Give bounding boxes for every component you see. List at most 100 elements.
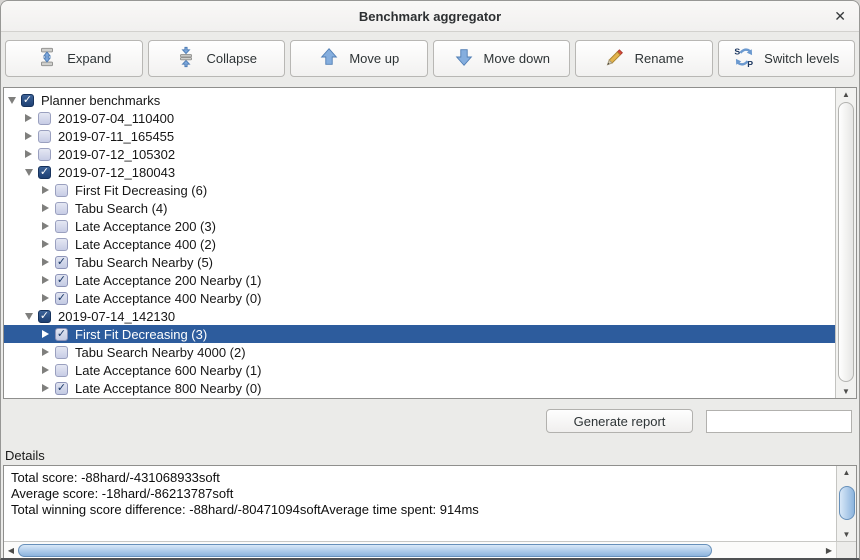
checkbox-icon[interactable]	[55, 220, 68, 233]
tree-item-label: 2019-07-11_165455	[58, 129, 174, 144]
scroll-down-icon[interactable]: ▼	[836, 385, 856, 398]
scroll-up-icon[interactable]: ▲	[837, 466, 856, 479]
tree-item[interactable]: ✓First Fit Decreasing (3)	[4, 325, 835, 343]
svg-text:P: P	[747, 59, 753, 68]
checkbox-icon[interactable]	[55, 202, 68, 215]
tree-item[interactable]: Tabu Search Nearby 4000 (2)	[4, 343, 835, 361]
details-line: Total winning score difference: -88hard/…	[11, 502, 829, 518]
tree-scrollbar-thumb[interactable]	[838, 102, 854, 382]
tree-item[interactable]: ✓Late Acceptance 400 Nearby (0)	[4, 289, 835, 307]
checkbox-icon[interactable]	[55, 184, 68, 197]
tree-item-label: Late Acceptance 200 (3)	[75, 219, 216, 234]
tree-item[interactable]: ✓ Late Acceptance 800 Nearby (0)	[4, 379, 835, 397]
checkbox-icon[interactable]: ✓	[55, 382, 68, 395]
checkbox-icon[interactable]: ✓	[55, 328, 68, 341]
horizontal-scrollbar-thumb[interactable]	[18, 544, 712, 557]
tree-item-label: Tabu Search Nearby 4000 (2)	[75, 345, 246, 360]
tree-item-label: First Fit Decreasing (6)	[75, 183, 207, 198]
chevron-right-icon[interactable]	[25, 132, 32, 140]
report-name-input[interactable]	[706, 410, 852, 433]
checkbox-icon[interactable]: ✓	[55, 256, 68, 269]
scroll-right-icon[interactable]: ▶	[822, 542, 836, 558]
checkbox-icon[interactable]	[55, 346, 68, 359]
tree-item-label: 2019-07-14_142130	[58, 309, 175, 324]
arrow-down-icon	[453, 46, 475, 71]
checkbox-icon[interactable]	[55, 364, 68, 377]
chevron-right-icon[interactable]	[42, 384, 49, 392]
chevron-right-icon[interactable]	[42, 276, 49, 284]
tree-item[interactable]: ✓Tabu Search Nearby (5)	[4, 253, 835, 271]
move-up-button[interactable]: Move up	[290, 40, 428, 77]
tree-vertical-scrollbar[interactable]: ▲ ▼	[835, 88, 856, 398]
chevron-right-icon[interactable]	[25, 114, 32, 122]
checkbox-icon[interactable]: ✓	[55, 274, 68, 287]
scrollbar-corner	[836, 542, 856, 558]
tree-item[interactable]: 2019-07-11_165455	[4, 127, 835, 145]
svg-text:S: S	[735, 46, 741, 56]
chevron-right-icon[interactable]	[42, 366, 49, 374]
rename-button-label: Rename	[635, 51, 684, 66]
tree-item[interactable]: Tabu Search (4)	[4, 199, 835, 217]
scroll-down-icon[interactable]: ▼	[837, 528, 856, 541]
checkbox-icon[interactable]	[55, 238, 68, 251]
tree-item-label: Late Acceptance 800 Nearby (0)	[75, 381, 261, 396]
chevron-right-icon[interactable]	[42, 186, 49, 194]
tree-item[interactable]: ✓ Planner benchmarks	[4, 91, 835, 109]
tree-item[interactable]: First Fit Decreasing (6)	[4, 181, 835, 199]
tree-item-label: Tabu Search (4)	[75, 201, 168, 216]
expand-button[interactable]: Expand	[5, 40, 143, 77]
details-text[interactable]: Total score: -88hard/-431068933softAvera…	[4, 466, 836, 541]
collapse-button[interactable]: Collapse	[148, 40, 286, 77]
app-window: Benchmark aggregator ✕ Expand Collapse	[0, 0, 860, 560]
details-vertical-scrollbar[interactable]: ▲ ▼	[836, 466, 856, 541]
checkbox-icon[interactable]: ✓	[38, 166, 51, 179]
tree-item[interactable]: ✓ 2019-07-12_180043	[4, 163, 835, 181]
details-scrollbar-thumb[interactable]	[839, 486, 855, 520]
tree-item[interactable]: ✓ Late Acceptance 200 Nearby (1)	[4, 271, 835, 289]
checkbox-icon[interactable]: ✓	[55, 292, 68, 305]
tree-item-label: 2019-07-12_105302	[58, 147, 175, 162]
tree-item[interactable]: 2019-07-04_110400	[4, 109, 835, 127]
chevron-down-icon[interactable]	[25, 169, 33, 176]
tree-item[interactable]: 2019-07-12_105302	[4, 145, 835, 163]
checkbox-icon[interactable]: ✓	[21, 94, 34, 107]
scroll-up-icon[interactable]: ▲	[836, 88, 856, 101]
move-down-button[interactable]: Move down	[433, 40, 571, 77]
tree-item-label: 2019-07-12_180043	[58, 165, 175, 180]
window-title: Benchmark aggregator	[359, 9, 501, 24]
rename-button[interactable]: Rename	[575, 40, 713, 77]
switch-levels-icon: S P	[733, 46, 755, 71]
checkbox-icon[interactable]: ✓	[38, 310, 51, 323]
tree-item[interactable]: Late Acceptance 400 (2)	[4, 235, 835, 253]
checkbox-icon[interactable]	[38, 112, 51, 125]
scroll-left-icon[interactable]: ◀	[4, 542, 18, 558]
tree-item[interactable]: Late Acceptance 200 (3)	[4, 217, 835, 235]
chevron-right-icon[interactable]	[42, 222, 49, 230]
expand-icon	[36, 46, 58, 71]
chevron-right-icon[interactable]	[42, 240, 49, 248]
expand-button-label: Expand	[67, 51, 111, 66]
checkbox-icon[interactable]	[38, 130, 51, 143]
close-icon[interactable]: ✕	[834, 7, 846, 25]
details-line: Average score: -18hard/-86213787soft	[11, 486, 829, 502]
chevron-down-icon[interactable]	[25, 313, 33, 320]
chevron-right-icon[interactable]	[25, 150, 32, 158]
details-pane: Total score: -88hard/-431068933softAvera…	[3, 465, 857, 559]
checkbox-icon[interactable]	[38, 148, 51, 161]
details-horizontal-scrollbar[interactable]: ◀ ▶	[4, 541, 856, 558]
chevron-down-icon[interactable]	[8, 97, 16, 104]
tree-item[interactable]: Late Acceptance 600 Nearby (1)	[4, 361, 835, 379]
tree-item-label: Planner benchmarks	[41, 93, 160, 108]
titlebar[interactable]: Benchmark aggregator ✕	[1, 1, 859, 32]
collapse-icon	[175, 46, 197, 71]
chevron-right-icon[interactable]	[42, 204, 49, 212]
chevron-right-icon[interactable]	[42, 330, 49, 338]
switch-levels-button-label: Switch levels	[764, 51, 839, 66]
chevron-right-icon[interactable]	[42, 258, 49, 266]
generate-report-button[interactable]: Generate report	[546, 409, 693, 433]
tree-item-label: Late Acceptance 200 Nearby (1)	[75, 273, 261, 288]
switch-levels-button[interactable]: S P Switch levels	[718, 40, 856, 77]
tree-item[interactable]: ✓ 2019-07-14_142130	[4, 307, 835, 325]
chevron-right-icon[interactable]	[42, 294, 49, 302]
chevron-right-icon[interactable]	[42, 348, 49, 356]
